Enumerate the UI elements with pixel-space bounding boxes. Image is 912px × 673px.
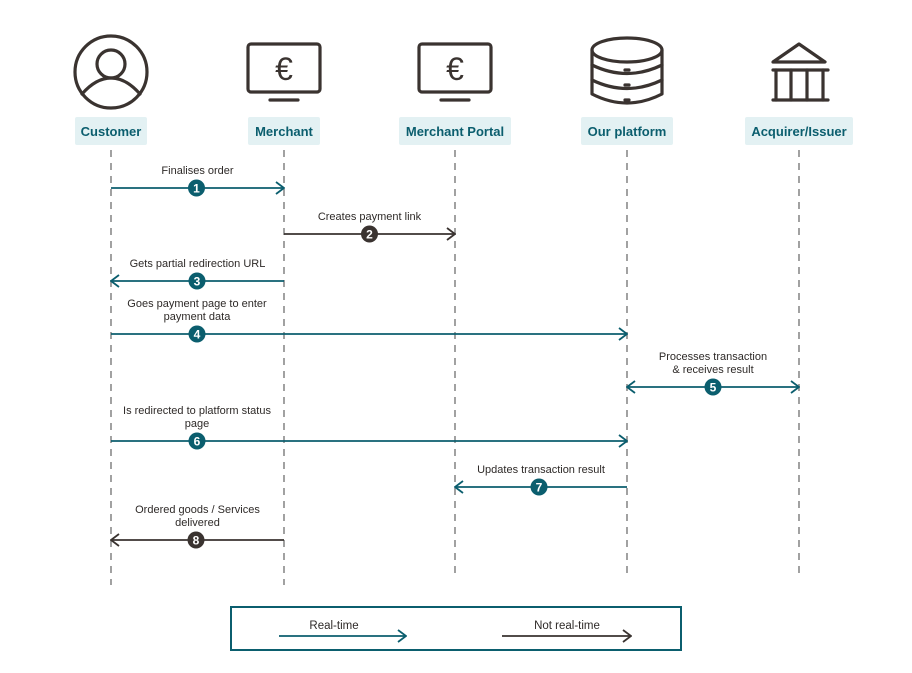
step-number: 2: [366, 227, 373, 241]
message-6: Is redirected to platform statuspage 6: [111, 405, 627, 450]
step-number: 3: [194, 274, 201, 288]
message-7: Updates transaction result 7: [455, 464, 627, 496]
step-number: 6: [194, 434, 201, 448]
legend-realtime-label: Real-time: [309, 620, 358, 632]
actor-labels: Customer Merchant Merchant Portal Our platf…: [75, 117, 853, 145]
message-3: Gets partial redirection URL 3: [111, 258, 284, 290]
actor-label-text: Our platform: [588, 124, 667, 139]
actor-label-acquirer: Acquirer/Issuer: [745, 117, 853, 145]
message-label: page: [185, 418, 209, 430]
actor-label-text: Customer: [81, 124, 142, 139]
message-label: Processes transaction: [659, 351, 767, 363]
step-number: 4: [194, 327, 201, 341]
message-5: Processes transaction& receives result 5: [627, 351, 799, 396]
actor-label-text: Acquirer/Issuer: [751, 124, 846, 139]
message-label: Goes payment page to enter: [127, 298, 267, 310]
database-icon: [590, 36, 664, 105]
message-label: Creates payment link: [318, 211, 422, 223]
sequence-diagram: € € Customer Merchant Merchant Portal Our p…: [73, 34, 853, 651]
message-label: Updates transaction result: [477, 464, 605, 476]
step-number: 8: [193, 533, 200, 547]
bank-icon: [771, 42, 830, 102]
message-1: Finalises order 1: [111, 165, 284, 197]
message-8: Ordered goods / Servicesdelivered 8: [111, 504, 284, 549]
actor-label-portal: Merchant Portal: [399, 117, 511, 145]
message-label: delivered: [175, 517, 220, 529]
message-label: Finalises order: [161, 165, 233, 177]
svg-text:€: €: [446, 51, 464, 87]
user-circle-icon: [73, 34, 149, 110]
legend: Real-time Not real-time: [230, 606, 682, 651]
message-label: Ordered goods / Services: [135, 504, 260, 516]
message-4: Goes payment page to enterpayment data 4: [111, 298, 627, 343]
actor-label-merchant: Merchant: [248, 117, 320, 145]
message-2: Creates payment link 2: [284, 211, 455, 243]
message-label: Is redirected to platform status: [123, 405, 271, 417]
message-label: payment data: [164, 311, 232, 323]
legend-not-realtime-label: Not real-time: [534, 620, 600, 632]
actor-label-text: Merchant Portal: [406, 124, 504, 139]
step-number: 7: [536, 480, 543, 494]
svg-text:€: €: [275, 51, 293, 87]
message-label: & receives result: [672, 364, 753, 376]
step-number: 5: [710, 380, 717, 394]
actor-label-platform: Our platform: [581, 117, 673, 145]
actor-label-customer: Customer: [75, 117, 147, 145]
monitor-euro-icon: €: [246, 42, 322, 102]
message-label: Gets partial redirection URL: [130, 258, 266, 270]
step-number: 1: [193, 181, 200, 195]
monitor-euro-icon: €: [417, 42, 493, 102]
legend-box: [230, 606, 682, 651]
actor-label-text: Merchant: [255, 124, 313, 139]
